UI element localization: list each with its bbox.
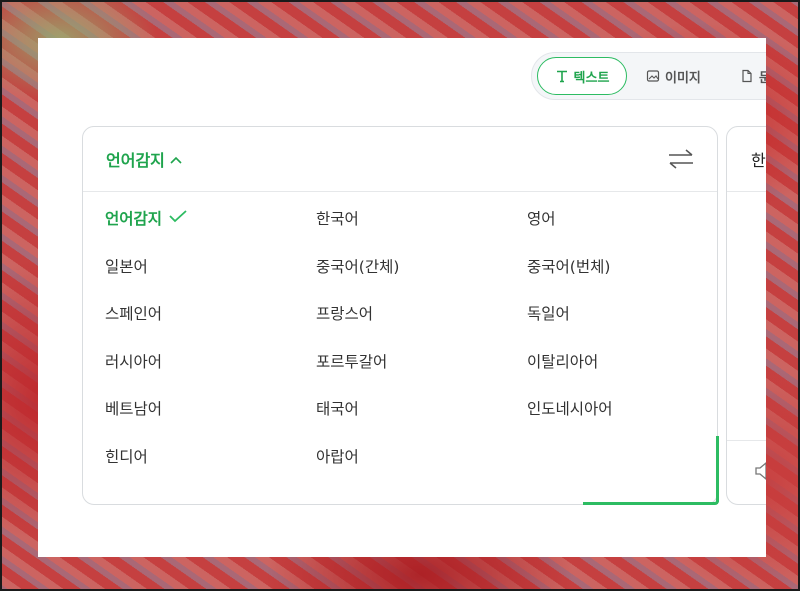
lang-option[interactable]: 베트남어 <box>105 397 162 419</box>
lang-option[interactable]: 힌디어 <box>105 445 148 467</box>
swap-languages-button[interactable] <box>667 147 695 175</box>
target-footer <box>727 440 766 441</box>
source-header: 언어감지 <box>83 127 717 192</box>
speaker-icon[interactable] <box>755 461 766 485</box>
lang-option[interactable]: 중국어(번체) <box>527 255 610 277</box>
lang-option[interactable]: 일본어 <box>105 255 148 277</box>
tab-text-label: 텍스트 <box>573 70 610 86</box>
lang-option[interactable]: 러시아어 <box>105 350 162 372</box>
tab-document[interactable]: 문 <box>740 57 766 95</box>
lang-option-detect[interactable]: 언어감지 <box>105 207 188 229</box>
lang-option[interactable]: 한국어 <box>316 207 359 229</box>
swap-icon <box>667 149 695 175</box>
tab-image[interactable]: 이미지 <box>646 57 701 95</box>
lang-option[interactable]: 중국어(간체) <box>316 255 399 277</box>
translator-panel: 텍스트 이미지 문 언어감지 언어감지 한국어 영어 일본어 중국어(간체) 중… <box>38 38 766 557</box>
lang-option[interactable]: 이탈리아어 <box>527 350 598 372</box>
lang-option[interactable]: 인도네시아어 <box>527 397 613 419</box>
focus-accent <box>583 436 719 505</box>
target-card: 한 <box>726 126 766 505</box>
lang-option[interactable]: 태국어 <box>316 397 359 419</box>
lang-option[interactable]: 독일어 <box>527 302 570 324</box>
target-language-select[interactable]: 한 <box>727 127 766 192</box>
document-icon <box>740 69 754 83</box>
tab-text[interactable]: 텍스트 <box>537 57 627 95</box>
tab-document-label: 문 <box>759 70 766 86</box>
text-icon <box>555 69 569 83</box>
lang-option[interactable]: 스페인어 <box>105 302 162 324</box>
lang-option[interactable]: 포르투갈어 <box>316 350 387 372</box>
target-lang-label: 한 <box>751 151 766 170</box>
mode-tabs: 텍스트 이미지 문 <box>531 52 766 100</box>
tab-image-label: 이미지 <box>665 70 701 86</box>
checkmark-icon <box>168 209 188 227</box>
detect-label: 언어감지 <box>106 151 165 170</box>
lang-option[interactable]: 영어 <box>527 207 556 229</box>
image-icon <box>646 69 660 83</box>
lang-option[interactable]: 아랍어 <box>316 445 359 467</box>
lang-option[interactable]: 프랑스어 <box>316 302 373 324</box>
source-card: 언어감지 언어감지 한국어 영어 일본어 중국어(간체) 중국어(번체) 스페인… <box>82 126 719 505</box>
chevron-up-icon <box>169 150 183 169</box>
lang-label: 언어감지 <box>105 210 163 228</box>
language-detect-dropdown[interactable]: 언어감지 <box>106 147 183 171</box>
